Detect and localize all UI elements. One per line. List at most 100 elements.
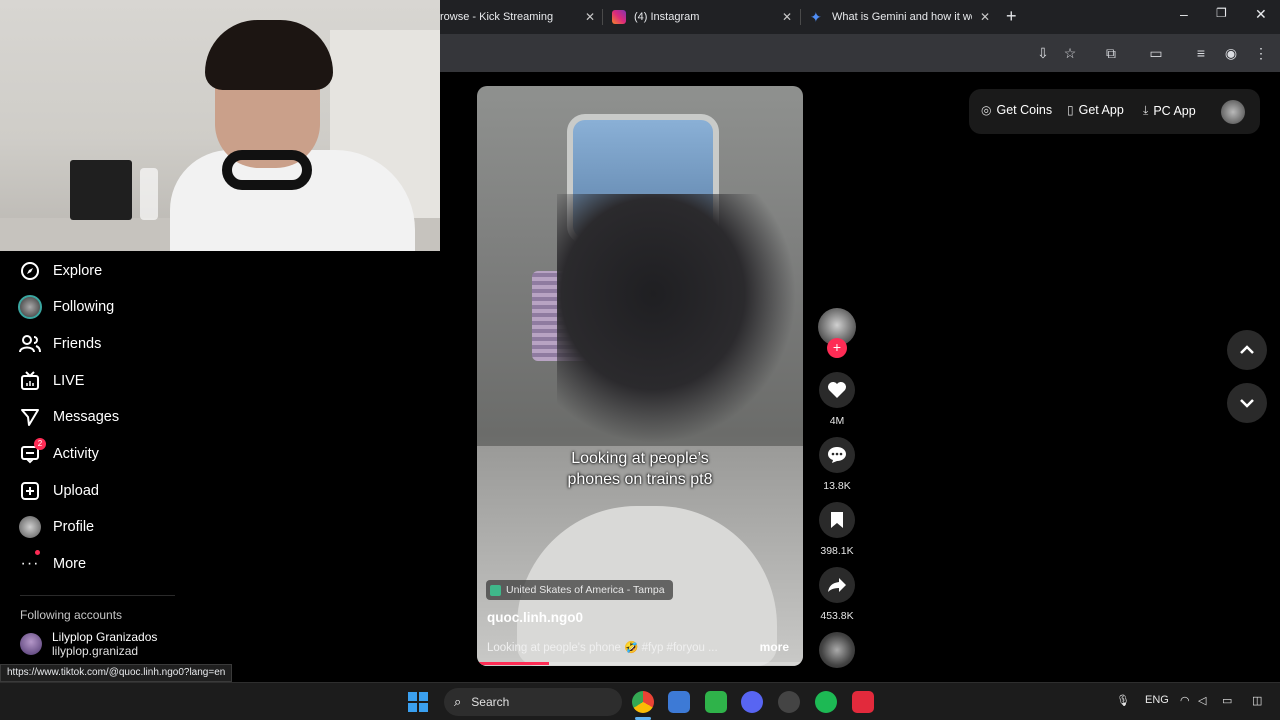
pc-app-button[interactable]: ⤓ PC App bbox=[1143, 103, 1196, 118]
video-people bbox=[557, 194, 797, 444]
tab-instagram[interactable]: (4) Instagram ✕ bbox=[612, 4, 792, 30]
more-button[interactable]: more bbox=[760, 640, 789, 654]
restore-icon[interactable]: ❐ bbox=[1216, 6, 1227, 20]
sidebar-item-explore[interactable]: Explore bbox=[18, 256, 102, 286]
get-app-label: Get App bbox=[1078, 103, 1124, 117]
phone-icon: ▯ bbox=[1067, 103, 1074, 117]
sidebar: Explore Following Friends LIVE Messages … bbox=[0, 252, 440, 682]
sidebar-item-profile[interactable]: Profile bbox=[18, 512, 94, 542]
share-arrow-icon bbox=[828, 578, 846, 592]
save-button[interactable] bbox=[819, 502, 855, 538]
following-account-item[interactable]: Lilyplop Granizados lilyplop.granizad bbox=[20, 630, 157, 658]
spotify-icon[interactable] bbox=[815, 691, 837, 713]
sidepanel-icon[interactable]: ▭ bbox=[1147, 44, 1165, 62]
location-label: United Skates of America - Tampa bbox=[506, 584, 665, 596]
live-icon bbox=[18, 369, 42, 393]
battery-icon[interactable]: ▭ bbox=[1222, 694, 1232, 707]
chrome-icon[interactable] bbox=[632, 691, 654, 713]
streamer-hair bbox=[205, 20, 333, 90]
video-progress-bar[interactable] bbox=[477, 662, 803, 665]
sidebar-item-activity[interactable]: 2 Activity bbox=[18, 438, 99, 469]
caption-line: phones on trains pt8 bbox=[567, 471, 713, 488]
windows-start-icon[interactable] bbox=[408, 692, 428, 712]
minimize-icon[interactable]: – bbox=[1180, 6, 1188, 22]
notifications-icon[interactable]: ◫ bbox=[1252, 694, 1262, 707]
sidebar-item-label: Profile bbox=[53, 519, 95, 535]
video-description: Looking at people's phone 🤣 #fyp #foryou… bbox=[487, 642, 718, 654]
section-divider bbox=[20, 595, 175, 596]
video-author[interactable]: quoc.linh.ngo0 bbox=[487, 610, 583, 625]
tab-gemini[interactable]: ✦ What is Gemini and how it works ✕ bbox=[810, 4, 990, 30]
like-count: 4M bbox=[829, 415, 845, 427]
sidebar-item-friends[interactable]: Friends bbox=[18, 329, 101, 359]
pc-app-label: PC App bbox=[1153, 103, 1196, 118]
account-avatar bbox=[20, 633, 42, 655]
compass-icon bbox=[18, 259, 42, 283]
share-button[interactable] bbox=[819, 567, 855, 603]
media-control-icon[interactable]: ≡ bbox=[1192, 44, 1210, 62]
like-button[interactable] bbox=[819, 372, 855, 408]
profile-icon[interactable]: ◉ bbox=[1222, 44, 1240, 62]
close-icon[interactable]: ✕ bbox=[782, 10, 792, 24]
sidebar-item-upload[interactable]: Upload bbox=[18, 476, 99, 506]
sidebar-item-more[interactable]: ··· More bbox=[18, 549, 86, 579]
close-icon[interactable]: ✕ bbox=[585, 10, 595, 24]
search-placeholder: Search bbox=[471, 695, 510, 709]
caption-line: Looking at people’s bbox=[571, 450, 709, 467]
download-icon: ⤓ bbox=[1143, 103, 1149, 117]
follow-plus-button[interactable]: + bbox=[827, 338, 847, 358]
chrome-menu-icon[interactable]: ⋮ bbox=[1252, 44, 1270, 62]
tab-kick[interactable]: rowse - Kick Streaming ✕ bbox=[440, 4, 595, 30]
minecraft-icon[interactable] bbox=[705, 691, 727, 713]
notification-dot bbox=[35, 550, 40, 555]
obs-icon[interactable] bbox=[778, 691, 800, 713]
top-right-actions: ◎ Get Coins ▯ Get App ⤓ PC App bbox=[969, 89, 1260, 134]
user-avatar[interactable] bbox=[1221, 100, 1245, 124]
discord-icon[interactable] bbox=[741, 691, 763, 713]
sound-disc[interactable] bbox=[819, 632, 855, 668]
chevron-down-icon bbox=[1240, 399, 1254, 408]
webcam-bottle bbox=[140, 168, 158, 220]
window-close-icon[interactable]: ✕ bbox=[1255, 6, 1267, 23]
activity-icon: 2 bbox=[18, 438, 46, 466]
sidebar-item-live[interactable]: LIVE bbox=[18, 366, 84, 396]
messages-icon bbox=[18, 405, 42, 429]
video-caption: Looking at people’s phones on trains pt8 bbox=[477, 448, 803, 490]
tab-divider bbox=[800, 9, 801, 25]
extensions-icon[interactable]: ⧉ bbox=[1102, 44, 1120, 62]
store-icon[interactable] bbox=[668, 691, 690, 713]
microphone-icon[interactable]: 🎙 bbox=[1116, 694, 1130, 707]
video-player[interactable]: Looking at people’s phones on trains pt8… bbox=[477, 86, 803, 666]
next-video-button[interactable] bbox=[1227, 383, 1267, 423]
webcam-overlay bbox=[0, 0, 440, 251]
profile-avatar-icon bbox=[18, 515, 42, 539]
volume-icon[interactable]: ◁ bbox=[1198, 694, 1206, 707]
sidebar-item-label: Explore bbox=[53, 263, 103, 279]
windows-taskbar: ⌕ Search 🎙 ENG ◠ ◁ ▭ ◫ bbox=[0, 682, 1280, 720]
tab-title: What is Gemini and how it works bbox=[832, 11, 972, 23]
sidebar-item-label: LIVE bbox=[53, 373, 85, 389]
get-coins-button[interactable]: ◎ Get Coins bbox=[981, 103, 1052, 117]
new-tab-button[interactable]: + bbox=[1006, 6, 1017, 27]
sidebar-item-messages[interactable]: Messages bbox=[18, 402, 119, 432]
app-icon[interactable] bbox=[852, 691, 874, 713]
more-icon: ··· bbox=[18, 550, 42, 576]
video-progress-fill bbox=[477, 662, 549, 665]
install-app-icon[interactable]: ⇩ bbox=[1034, 44, 1052, 62]
webcam-speaker bbox=[70, 160, 132, 220]
get-app-button[interactable]: ▯ Get App bbox=[1067, 103, 1124, 117]
comment-button[interactable] bbox=[819, 437, 855, 473]
bookmark-icon bbox=[831, 512, 843, 528]
sidebar-item-label: More bbox=[53, 556, 87, 572]
previous-video-button[interactable] bbox=[1227, 330, 1267, 370]
share-count: 453.8K bbox=[820, 610, 854, 622]
sidebar-item-label: Following bbox=[53, 299, 115, 315]
location-tag[interactable]: United Skates of America - Tampa bbox=[486, 580, 673, 600]
close-icon[interactable]: ✕ bbox=[980, 10, 990, 24]
coin-icon: ◎ bbox=[981, 103, 992, 117]
language-indicator[interactable]: ENG bbox=[1145, 694, 1169, 706]
bookmark-star-icon[interactable]: ☆ bbox=[1061, 44, 1079, 62]
wifi-icon[interactable]: ◠ bbox=[1180, 694, 1190, 707]
taskbar-search[interactable]: ⌕ Search bbox=[444, 688, 622, 716]
sidebar-item-following[interactable]: Following bbox=[18, 292, 114, 322]
